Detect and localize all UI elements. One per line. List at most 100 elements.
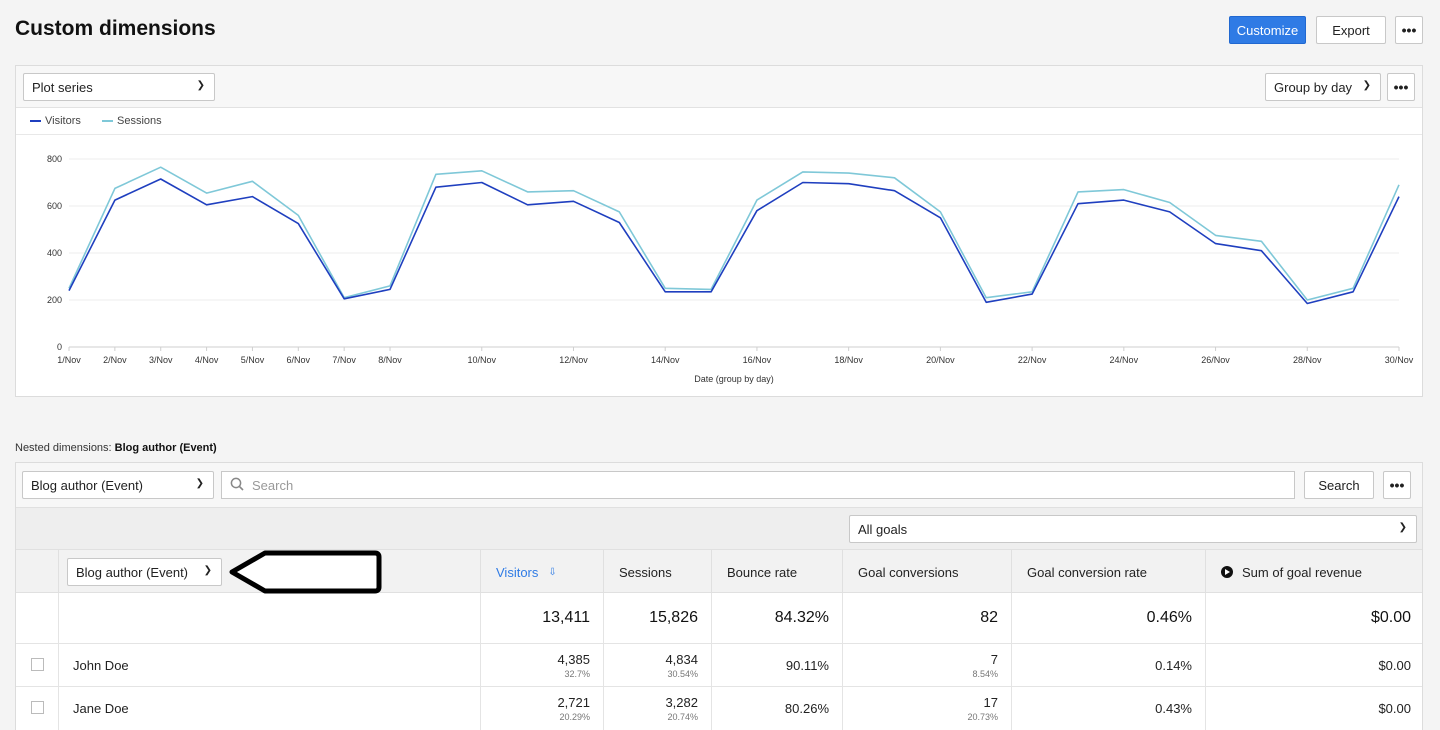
column-dimension-label: Blog author (Event) [76,564,189,580]
chevron-down-icon: ❯ [195,478,204,489]
group-by-select[interactable]: Group by day ❯ [1265,73,1381,101]
export-button[interactable]: Export [1316,16,1386,44]
column-header-goal-revenue[interactable]: Sum of goal revenue [1205,550,1424,594]
x-tick-label: 18/Nov [834,355,863,365]
value: 0.43% [1155,701,1192,716]
column-header-sessions[interactable]: Sessions [603,550,711,594]
row-checkbox[interactable] [31,701,44,714]
y-tick-label: 800 [47,154,62,164]
row-visitors: 2,721 20.29% [480,687,603,730]
series-line-sessions [68,166,1400,301]
dimension-select-label: Blog author (Event) [31,477,144,493]
row-visitors: 4,385 32.7% [480,644,603,686]
total-goal-conversion-rate: 0.46% [1011,593,1205,643]
chevron-down-icon: ❯ [196,80,205,91]
x-tick-label: 7/Nov [332,355,356,365]
x-tick-label: 10/Nov [467,355,496,365]
x-axis-label: Date (group by day) [694,374,774,384]
row-name: John Doe [73,657,129,673]
header-more-button[interactable]: ••• [1395,16,1423,44]
plot-series-label: Plot series [32,79,93,95]
table-header-row: Blog author (Event) ❯ Visitors ⇩ Session… [16,549,1424,594]
customize-button[interactable]: Customize [1229,16,1306,44]
column-label: Visitors [496,564,539,580]
search-placeholder: Search [252,477,294,493]
value: 3,282 [665,695,698,710]
table-row[interactable]: John Doe 4,385 32.7% 4,834 30.54% 90.11% 7… [16,644,1422,687]
chart-more-button[interactable]: ••• [1387,73,1415,101]
total-goal-conversions: 82 [842,593,1011,643]
y-tick-label: 400 [47,248,62,258]
nested-value: Blog author (Event) [114,442,217,454]
row-sessions: 4,834 30.54% [603,644,711,686]
total-bounce-rate: 84.32% [711,593,842,643]
total-value: $0.00 [1370,609,1411,626]
chevron-down-icon: ❯ [1362,80,1371,91]
goals-select-label: All goals [858,521,908,537]
x-tick-label: 14/Nov [651,355,680,365]
column-label: Bounce rate [727,564,798,580]
row-goal-revenue: $0.00 [1205,687,1424,730]
x-tick-label: 16/Nov [743,355,772,365]
value: 90.11% [785,657,829,673]
goals-select[interactable]: All goals ❯ [849,515,1417,543]
chart-legend: Visitors Sessions [16,108,1422,135]
x-tick-label: 12/Nov [559,355,588,365]
value: 2,721 [557,695,590,710]
x-tick-label: 1/Nov [57,355,81,365]
search-icon [230,477,244,491]
table-row[interactable]: Jane Doe 2,721 20.29% 3,282 20.74% 80.26% … [16,687,1422,730]
plot-series-select[interactable]: Plot series ❯ [23,73,215,101]
column-header-bounce-rate[interactable]: Bounce rate [711,550,842,594]
x-tick-label: 24/Nov [1110,355,1139,365]
row-goal-conversion-rate: 0.43% [1011,687,1205,730]
sort-desc-icon: ⇩ [548,566,557,578]
total-value: 0.46% [1146,609,1192,626]
x-tick-label: 8/Nov [378,355,402,365]
x-tick-label: 4/Nov [195,355,219,365]
search-input[interactable]: Search [221,471,1295,499]
totals-row: 13,411 15,826 84.32% 82 0.46% $0.00 [16,593,1422,644]
search-button[interactable]: Search [1304,471,1374,499]
total-value: 82 [980,609,998,626]
x-tick-label: 26/Nov [1201,355,1230,365]
total-value: 84.32% [774,609,829,626]
chart-toolbar: Plot series ❯ Group by day ❯ ••• [16,66,1422,108]
legend-swatch [30,120,41,122]
column-header-visitors[interactable]: Visitors ⇩ [480,550,603,594]
x-tick-label: 5/Nov [241,355,265,365]
x-tick-label: 2/Nov [103,355,127,365]
dimension-select[interactable]: Blog author (Event) ❯ [22,471,214,499]
page-title: Custom dimensions [15,17,216,40]
column-header-goal-conversion-rate[interactable]: Goal conversion rate [1011,550,1205,594]
column-dimension-select[interactable]: Blog author (Event) ❯ [67,558,222,586]
table-more-button[interactable]: ••• [1383,471,1411,499]
legend-item-visitors[interactable]: Visitors [30,115,81,127]
totals-label-cell [58,593,480,643]
legend-item-sessions[interactable]: Sessions [102,115,162,127]
row-goal-conversions: 7 8.54% [842,644,1011,686]
percent: 20.29% [559,712,590,722]
column-label: Sessions [619,564,672,580]
row-checkbox[interactable] [31,658,44,671]
row-bounce-rate: 80.26% [711,687,842,730]
legend-label: Visitors [45,115,81,127]
x-tick-label: 20/Nov [926,355,955,365]
value: 17 [983,695,998,710]
line-chart: 0 200 400 600 800 1/Nov 2/Nov 3/Nov 4/Nov 5/Nov 6/… [47,154,1414,384]
percent: 30.54% [667,668,698,679]
chevron-down-icon: ❯ [203,565,212,576]
column-label: Goal conversion rate [1027,564,1147,580]
percent: 8.54% [972,668,998,679]
total-value: 15,826 [649,609,698,626]
row-dimension-cell: Jane Doe [58,687,480,730]
x-tick-label: 28/Nov [1293,355,1322,365]
nested-prefix: Nested dimensions: [15,442,112,454]
percent: 32.7% [564,668,590,679]
row-goal-revenue: $0.00 [1205,644,1424,686]
x-tick-label: 30/Nov [1385,355,1414,365]
value: 0.14% [1155,657,1192,673]
column-label: Sum of goal revenue [1242,564,1362,580]
x-tick-label: 6/Nov [287,355,311,365]
column-header-goal-conversions[interactable]: Goal conversions [842,550,1011,594]
